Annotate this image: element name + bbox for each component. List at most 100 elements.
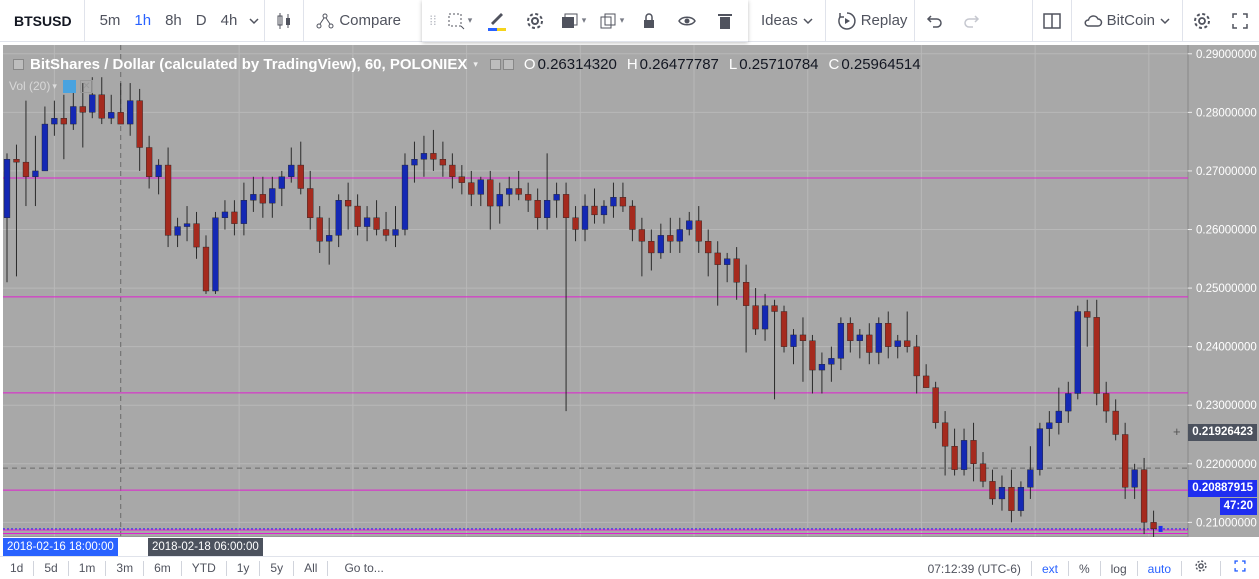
price-axis-label: 0.29000000 [1196,49,1257,61]
interval-1d[interactable]: D [189,0,214,42]
candlestick-style-icon[interactable] [265,0,303,42]
range-button-3m[interactable]: 3m [106,557,143,579]
candle-down [449,164,456,177]
candle-down [344,200,352,207]
candle-up [657,235,664,254]
replay-button[interactable]: Replay [826,0,915,42]
drawing-toolbar: ⁞⁞ ▾ ▾ ▾ [422,0,748,42]
layout-icon[interactable] [1033,0,1071,42]
candle-down [354,205,361,227]
volume-menu-icon[interactable]: ▾ [52,81,57,92]
redo-icon[interactable] [953,0,991,42]
candle-up [108,112,115,119]
candle-down [562,194,570,218]
candle-down [164,164,172,236]
candle-up [686,220,693,230]
candle-up [420,153,428,160]
gear-icon[interactable] [1183,0,1221,42]
goto-button[interactable]: Go to... [334,557,393,579]
range-button-all[interactable]: All [294,557,327,579]
range-button-6m[interactable]: 6m [144,557,181,579]
candle-down [951,446,958,470]
fill-tool-icon[interactable]: ▾ [554,0,592,42]
range-button-5d[interactable]: 5d [34,557,67,579]
price-axis-label: 0.26000000 [1196,225,1257,237]
crosshair-time-tag: 2018-02-18 06:00:00 [148,538,263,556]
chart-settings-icon[interactable] [1182,558,1220,579]
eye-icon[interactable] [668,0,706,42]
range-button-1d[interactable]: 1d [0,557,33,579]
candle-up [998,487,1006,500]
legend-menu-icon[interactable]: ▾ [473,59,478,70]
candle-down [60,118,67,125]
candle-down [439,159,447,166]
chart-pane[interactable]: 181912:002012:002112:002212:00230.290000… [3,45,1259,556]
drag-handle-icon[interactable]: ⁞⁞ [426,0,440,42]
interval-5m[interactable]: 5m [93,0,128,42]
interval-1h[interactable]: 1h [127,0,158,42]
candle-up [288,164,295,177]
candle-down [714,252,721,265]
candle-down [430,153,437,160]
account-label: BitCoin [1106,12,1155,29]
candle-up [51,118,58,125]
candle-down [970,440,977,464]
interval-dropdown-icon[interactable] [244,0,264,42]
candle-down [629,205,636,230]
candle-down [866,334,873,353]
candle-up [174,226,181,236]
legend-remove-icon[interactable] [502,59,514,70]
candle-down [515,188,522,195]
interval-4h[interactable]: 4h [214,0,245,42]
ohlc-open-key: O [523,56,536,73]
settings-tool-icon[interactable] [516,0,554,42]
first-time-tag: 2018-02-16 18:00:00 [3,538,118,556]
account-button[interactable]: BitCoin [1072,0,1182,42]
brush-tool-icon[interactable] [478,0,516,42]
range-button-1m[interactable]: 1m [69,557,106,579]
percent-toggle[interactable]: % [1069,558,1100,579]
clock-display[interactable]: 07:12:39 (UTC-6) [918,558,1031,579]
candle-down [904,340,911,347]
range-button-1y[interactable]: 1y [227,557,260,579]
range-button-ytd[interactable]: YTD [182,557,226,579]
candle-up [1065,393,1072,412]
fullscreen-icon[interactable] [1221,0,1259,42]
volume-label: Vol (20) [9,79,51,93]
candle-up [3,159,11,218]
candle-up [269,188,276,204]
trash-icon[interactable] [706,0,744,42]
collapse-legend-icon[interactable] [13,59,24,70]
auto-toggle[interactable]: auto [1138,558,1181,579]
interval-8h[interactable]: 8h [158,0,189,42]
ideas-button[interactable]: Ideas [754,0,825,42]
candle-down [1150,522,1157,530]
clone-tool-icon[interactable]: ▾ [592,0,630,42]
candle-down [847,323,854,341]
candle-up [543,200,551,218]
replay-label: Replay [860,12,908,29]
undo-icon[interactable] [915,0,953,42]
candle-down [1112,410,1119,435]
chevron-down-icon [1155,0,1175,42]
lock-icon[interactable] [630,0,668,42]
candle-up [32,170,39,177]
compare-button[interactable]: Compare [304,0,408,42]
symbol-search[interactable]: BTSUSD [0,0,85,42]
legend-settings-icon[interactable] [489,59,501,70]
price-chart[interactable]: 181912:002012:002112:002212:00230.290000… [3,45,1259,537]
ohlc-close: C 0.25964514 [829,56,921,73]
ohlc-open-value: 0.26314320 [537,56,617,73]
selection-tool-icon[interactable]: ▾ [440,0,478,42]
candle-down [591,205,598,216]
time-axis-border [3,536,1188,537]
volume-settings-icon[interactable] [62,79,76,93]
range-button-5y[interactable]: 5y [260,557,293,579]
candle-down [742,282,750,306]
candle-up [183,223,191,227]
log-toggle[interactable]: log [1101,558,1137,579]
volume-remove-icon[interactable]: ✕ [79,79,93,93]
ext-toggle[interactable]: ext [1032,558,1068,579]
crosshair-plus-icon[interactable]: + [1173,424,1181,439]
maximize-icon[interactable] [1221,558,1259,579]
